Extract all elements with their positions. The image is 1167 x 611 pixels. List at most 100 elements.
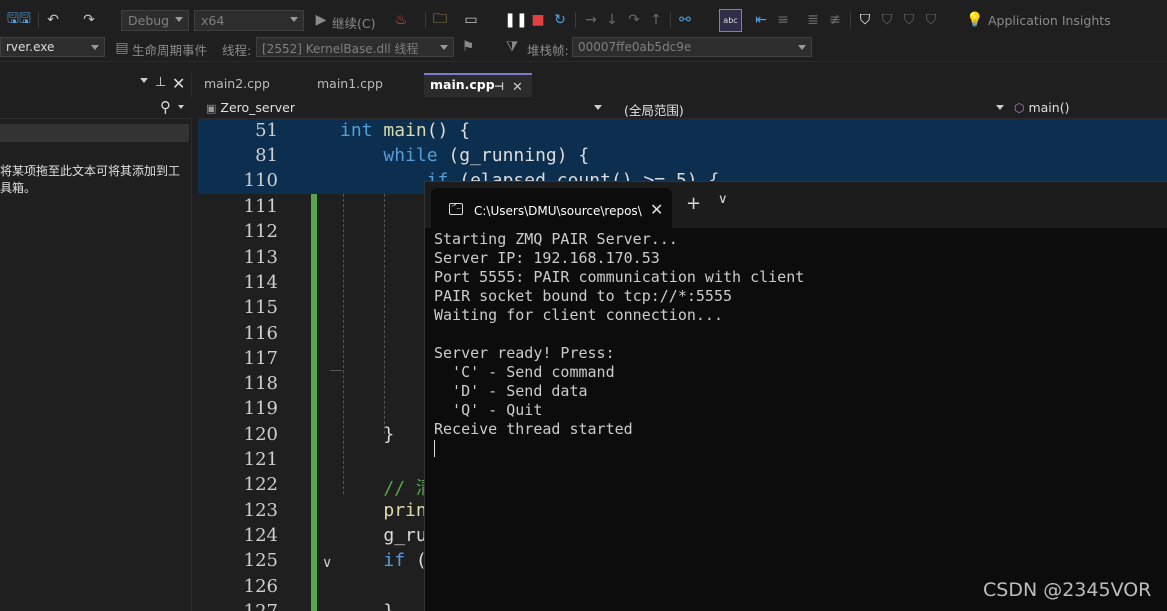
line-number: 51 (255, 120, 278, 141)
method-icon: ⬡ (1014, 101, 1025, 115)
line-number: 121 (243, 449, 278, 470)
code-text: } (383, 423, 395, 445)
lifecycle-events-button[interactable]: 生命周期事件 (132, 40, 207, 59)
line-number: 123 (243, 499, 278, 521)
thread-label: 线程: (222, 43, 252, 58)
line-number: 111 (243, 196, 278, 217)
step-over-icon[interactable]: ↷ (625, 11, 643, 29)
line-number: 124 (243, 524, 278, 546)
code-text: if (t (383, 550, 438, 572)
bookmark-icon[interactable]: ⛉ (856, 11, 874, 29)
line-number: 116 (243, 322, 278, 344)
code-text: while (g_running) { (383, 145, 590, 166)
spell-check-toggle-icon[interactable]: abc (719, 9, 742, 32)
code-text: // 清 (383, 478, 434, 500)
comment-icon[interactable]: ≣ (804, 11, 822, 29)
window-layout-icon[interactable]: ▭ (462, 11, 480, 29)
tab-main2-cpp[interactable]: main2.cpp (198, 73, 310, 97)
new-tab-icon[interactable]: + (686, 193, 701, 214)
line-number: 81 (255, 145, 278, 166)
debug-location-toolbar: rver.exe ▤ 生命周期事件 线程: [2552] KernelBase.… (0, 34, 1167, 62)
line-number: 125 (243, 550, 278, 572)
toolbox-search-input[interactable]: ⚲ (0, 97, 192, 119)
project-icon: ▣ (206, 102, 217, 115)
line-number: 120 (243, 423, 278, 445)
next-bookmark-icon[interactable]: ⛉ (900, 11, 918, 29)
stack-frame-label: 堆栈帧: (527, 43, 569, 58)
continue-button[interactable]: 继续(C) (332, 13, 375, 32)
save-all-icon[interactable]: 🖫 (16, 11, 34, 29)
code-text: s (340, 398, 438, 419)
diagnostics-icon[interactable]: ⚯ (676, 11, 694, 29)
format-icon[interactable]: ⇤ (752, 11, 770, 29)
folder-icon[interactable]: 🗀 (431, 11, 449, 29)
undo-icon[interactable]: ↶ (44, 11, 62, 29)
code-text: } (340, 601, 394, 611)
clear-bookmarks-icon[interactable]: ⛉ (922, 11, 940, 29)
toolbox-group-header[interactable] (0, 124, 189, 142)
project-combo[interactable]: ▣ Zero_server (202, 98, 604, 118)
pane-menu-icon[interactable] (140, 78, 148, 83)
application-insights-button[interactable]: Application Insights (988, 13, 1111, 28)
line-number: 113 (243, 246, 278, 268)
scope-combo[interactable]: (全局范围) (620, 98, 1008, 118)
solution-config-combo[interactable]: Debug (121, 10, 189, 31)
pin-icon[interactable]: ⊥ (155, 75, 166, 90)
search-options-icon[interactable] (178, 105, 184, 109)
line-number: 114 (243, 271, 278, 293)
code-text: print (383, 499, 438, 521)
uncomment-icon[interactable]: ≢ (826, 11, 844, 29)
show-next-statement-icon[interactable]: → (582, 11, 600, 29)
line-number: 119 (243, 398, 278, 420)
thread-combo[interactable]: [2552] KernelBase.dll 线程 (256, 37, 454, 57)
member-combo[interactable]: ⬡ main() (1010, 98, 1167, 118)
line-number: 118 (243, 373, 278, 395)
close-icon[interactable]: ✕ (650, 200, 663, 219)
process-combo[interactable]: rver.exe (0, 37, 105, 57)
terminal-tab-bar: C:\Users\DMU\source\repos\ ✕ + ∨ (425, 182, 1167, 228)
platform-combo[interactable]: x64 (194, 10, 304, 31)
prev-bookmark-icon[interactable]: ⛉ (878, 11, 896, 29)
toolbox-empty-message: 将某项拖至此文本可将其添加到工具箱。 (0, 164, 181, 195)
sticky-code-line[interactable]: 51 int main() { (198, 120, 1167, 145)
toolbox-header: ⊥ ✕ (0, 73, 191, 97)
line-number: 110 (243, 170, 278, 191)
code-text: g_run (383, 524, 438, 546)
step-out-icon[interactable]: ↑ (647, 11, 665, 29)
redo-icon[interactable]: ↷ (80, 11, 98, 29)
line-number: 126 (243, 575, 278, 597)
lifecycle-icon: ▤ (115, 40, 129, 56)
watermark: CSDN @2345VOR (983, 579, 1152, 601)
sticky-code-line[interactable]: 81 while (g_running) { (198, 145, 1167, 170)
step-into-icon[interactable]: ↓ (603, 11, 621, 29)
flag-icon[interactable]: ⚑ (459, 38, 477, 56)
editor-navigation-bar: ▣ Zero_server (全局范围) ⬡ main() (198, 97, 1167, 119)
close-tab-icon[interactable]: ✕ (512, 80, 523, 95)
tab-main-cpp[interactable]: main.cpp ⊣ ✕ (424, 73, 532, 97)
stack-frame-combo[interactable]: 00007ffe0ab5dc9e (572, 37, 812, 57)
line-number: 112 (243, 221, 278, 243)
lightbulb-icon: 💡 (966, 12, 984, 28)
line-number: 115 (243, 297, 278, 319)
restart-icon[interactable]: ↻ (551, 11, 569, 29)
filter-icon[interactable]: ⧩ (503, 38, 521, 56)
stop-icon[interactable]: ■ (529, 11, 547, 29)
terminal-tab-title: C:\Users\DMU\source\repos\ (474, 204, 642, 218)
pause-icon[interactable]: ❚❚ (504, 11, 527, 29)
tab-main1-cpp[interactable]: main1.cpp (311, 73, 423, 97)
outdent-icon[interactable]: ≡ (774, 11, 792, 29)
code-text: } (340, 348, 438, 369)
pin-tab-icon[interactable]: ⊣ (494, 80, 504, 93)
terminal-output: Starting ZMQ PAIR Server... Server IP: 1… (434, 230, 804, 458)
terminal-window[interactable]: C:\Users\DMU\source\repos\ ✕ + ∨ Startin… (424, 181, 1167, 611)
hot-reload-icon[interactable]: ♨ (392, 11, 410, 29)
code-text: int main() { (340, 120, 471, 141)
text-cursor (434, 440, 435, 457)
search-icon[interactable]: ⚲ (160, 98, 171, 116)
chevron-down-icon[interactable]: ∨ (718, 192, 728, 207)
continue-icon[interactable]: ▶ (312, 11, 330, 29)
close-icon[interactable]: ✕ (172, 74, 185, 93)
terminal-tab[interactable]: C:\Users\DMU\source\repos\ ✕ (431, 188, 672, 228)
terminal-icon (449, 201, 463, 215)
toolbox-pane: ⊥ ✕ ⚲ 将某项拖至此文本可将其添加到工具箱。 (0, 73, 192, 611)
